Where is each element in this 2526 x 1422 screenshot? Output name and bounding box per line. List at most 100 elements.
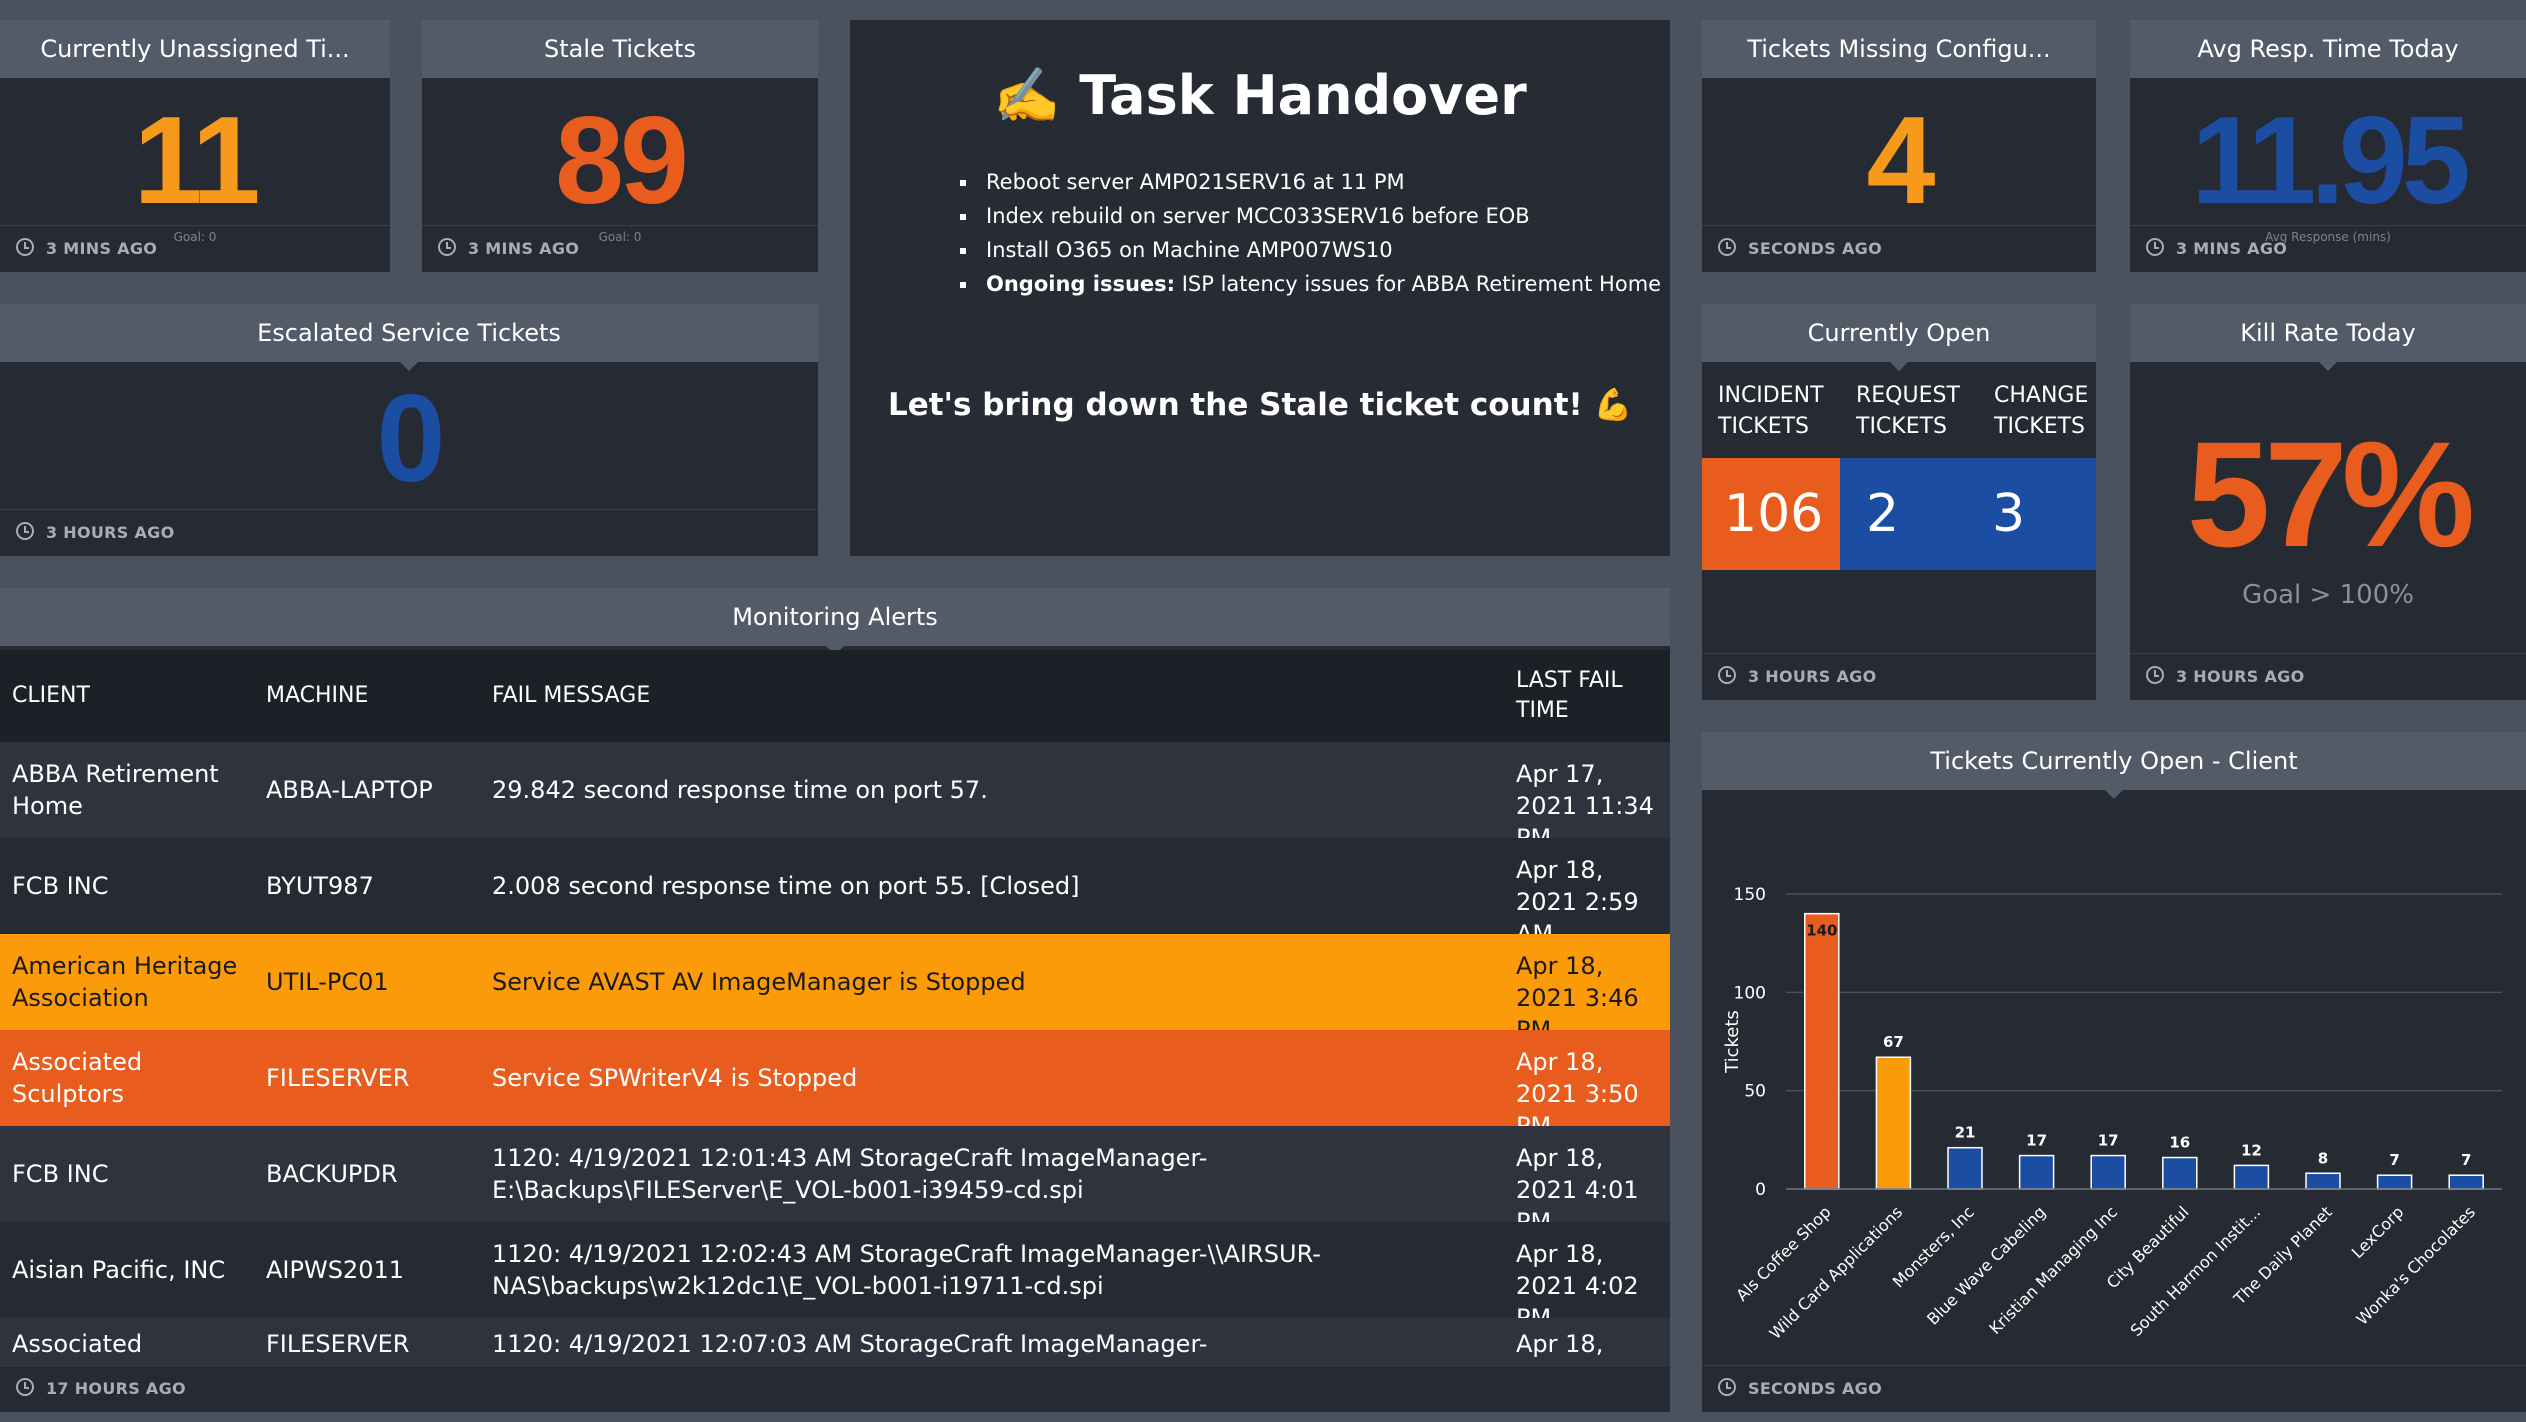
table-row[interactable]: FCB INC BYUT987 2.008 second response time… [0,838,1670,948]
y-tick-label: 100 [1734,983,1766,1003]
tile-title: Escalated Service Tickets [0,304,818,362]
open-ticket-labels: INCIDENT TICKETS REQUEST TICKETS CHANGE … [1702,380,2096,460]
currently-open-tile[interactable]: Currently Open INCIDENT TICKETS REQUEST … [1702,304,2096,700]
bar [2448,1174,2484,1190]
x-tick-label: Wild Card Applications [1766,1202,1907,1343]
cell-fail-message: 29.842 second response time on port 57. [492,776,988,804]
cell-fail-message: Service AVAST AV ImageManager is Stopped [492,968,1026,996]
column-header-fail-message[interactable]: FAIL MESSAGE [492,681,650,711]
cell-client: FCB INC [12,872,109,900]
task-handover-panel: ✍️ Task Handover Reboot server AMP021SER… [850,20,1670,556]
header-notch [2319,362,2337,371]
updated-time: SECONDS AGO [1748,239,1882,258]
avg-response-tile[interactable]: Avg Resp. Time Today 11.95 Avg Response … [2130,20,2526,272]
bar [2090,1154,2126,1190]
bar-value-label: 12 [2241,1141,2262,1159]
cell-fail-message: 1120: 4/19/2021 12:07:03 AM StorageCraft… [492,1330,1208,1358]
stale-tickets-tile[interactable]: Stale Tickets 89 Goal: 0 3 MINS AGO [422,20,818,272]
x-tick-label: Blue Wave Cabeling [1923,1202,2049,1328]
escalated-count: 0 [376,370,446,508]
tile-title: Avg Resp. Time Today [2130,20,2526,78]
kill-rate-value: 57% [2186,410,2475,578]
missing-config-tile[interactable]: Tickets Missing Configu... 4 SECONDS AGO [1702,20,2096,272]
table-row[interactable]: American Heritage Association UTIL-PC01 Se… [0,934,1670,1044]
open-incident-cell: 106 [1702,458,1840,570]
updated-time: 3 HOURS AGO [2176,667,2305,686]
tickets-by-client-chart-panel: Tickets Currently Open - Client 0 50 100 15… [1702,732,2526,1412]
handover-task-item: Install O365 on Machine AMP007WS10 [960,233,1661,267]
updated-time: 3 MINS AGO [468,239,580,258]
x-tick-label: South Harmon Instit... [2127,1202,2265,1340]
column-header-last-fail-time[interactable]: LAST FAIL TIME [1516,666,1636,726]
bar [2162,1156,2198,1190]
chart-footer: SECONDS AGO [1702,1365,2526,1412]
bar [2305,1172,2341,1190]
table-row[interactable]: FCB INC BACKUPDR 1120: 4/19/2021 12:01:43 … [0,1126,1670,1236]
bar [1947,1146,1983,1190]
cell-machine: ABBA-LAPTOP [266,776,433,804]
unassigned-tickets-tile[interactable]: Currently Unassigned Ti... 11 Goal: 0 3 … [0,20,390,272]
table-row[interactable]: Aisian Pacific, INC AIPWS2011 1120: 4/19/2… [0,1222,1670,1332]
tickets-by-client-chart: 050100150Tickets140Als Coffee Shop67Wild… [1722,885,2502,1343]
incident-tickets-label: INCIDENT TICKETS [1718,383,1824,439]
tile-footer: 3 MINS AGO [2130,225,2526,272]
kill-rate-tile[interactable]: Kill Rate Today 57% Goal > 100% 3 HOURS … [2130,304,2526,700]
column-header-client[interactable]: CLIENT [12,681,90,711]
cell-client: ABBA Retirement Home [12,760,219,820]
cell-client: Associated [12,1330,143,1358]
bar [2376,1174,2413,1190]
cell-machine: FILESERVER [266,1330,410,1358]
bar-value-label: 17 [2026,1132,2047,1150]
tile-footer: 3 HOURS AGO [2130,653,2526,700]
missing-config-count: 4 [1866,92,1936,230]
tile-title: Kill Rate Today [2130,304,2526,362]
updated-time: 3 MINS AGO [2176,239,2288,258]
y-tick-label: 0 [1755,1180,1766,1200]
kill-rate-goal: Goal > 100% [2242,580,2414,610]
cell-machine: BYUT987 [266,872,374,900]
bar-value-label: 140 [1806,922,1837,940]
chart-title: Tickets Currently Open - Client [1702,732,2526,790]
clock-icon [16,1378,34,1396]
header-notch [1890,362,1908,371]
updated-time: 3 HOURS AGO [46,523,175,542]
handover-task-list: Reboot server AMP021SERV16 at 11 PM Inde… [960,165,1661,301]
tile-title: Currently Unassigned Ti... [0,20,390,78]
change-count: 3 [1992,484,2026,544]
y-tick-label: 150 [1734,885,1766,905]
clock-icon [2146,238,2164,256]
avg-response-value: 11.95 [2191,92,2470,230]
column-header-machine[interactable]: MACHINE [266,681,368,711]
handover-task-item: Index rebuild on server MCC033SERV16 bef… [960,199,1661,233]
table-row[interactable]: ABBA Retirement Home ABBA-LAPTOP 29.842 se… [0,742,1670,852]
cell-client: Associated Sculptors [12,1048,143,1108]
handover-issue-item: Ongoing issues: ISP latency issues for A… [960,267,1661,301]
cell-client: FCB INC [12,1160,109,1188]
tile-title: Stale Tickets [422,20,818,78]
bar [1804,912,1840,1190]
tile-footer: SECONDS AGO [1702,225,2096,272]
bar-value-label: 17 [2098,1132,2119,1150]
updated-time: SECONDS AGO [1748,1379,1882,1398]
cell-machine: AIPWS2011 [266,1256,405,1284]
bar [2018,1154,2055,1190]
change-tickets-label: CHANGE TICKETS [1994,383,2089,439]
table-header: CLIENT MACHINE FAIL MESSAGE LAST FAIL TI… [0,650,1670,742]
panel-title: Monitoring Alerts [0,588,1670,646]
x-tick-label: Kristian Managing Inc [1985,1202,2121,1338]
incident-count: 106 [1724,484,1824,544]
open-request-cell: 2 3 [1840,458,2096,570]
cell-fail-message: 2.008 second response time on port 55. [… [492,872,1080,900]
x-tick-label: LexCorp [2348,1202,2408,1262]
y-tick-label: 50 [1744,1082,1766,1102]
tile-footer: 3 HOURS AGO [1702,653,2096,700]
escalated-tickets-tile[interactable]: Escalated Service Tickets 0 3 HOURS AGO [0,304,818,556]
cell-fail-message: 1120: 4/19/2021 12:01:43 AM StorageCraft… [492,1144,1208,1204]
bar-value-label: 8 [2318,1149,2328,1167]
clock-icon [16,522,34,540]
bar-value-label: 21 [1955,1124,1976,1142]
request-tickets-label: REQUEST TICKETS [1856,383,1960,439]
cell-machine: BACKUPDR [266,1160,398,1188]
table-row[interactable]: Associated Sculptors FILESERVER Service SP… [0,1030,1670,1140]
tile-footer: 3 MINS AGO [0,225,390,272]
